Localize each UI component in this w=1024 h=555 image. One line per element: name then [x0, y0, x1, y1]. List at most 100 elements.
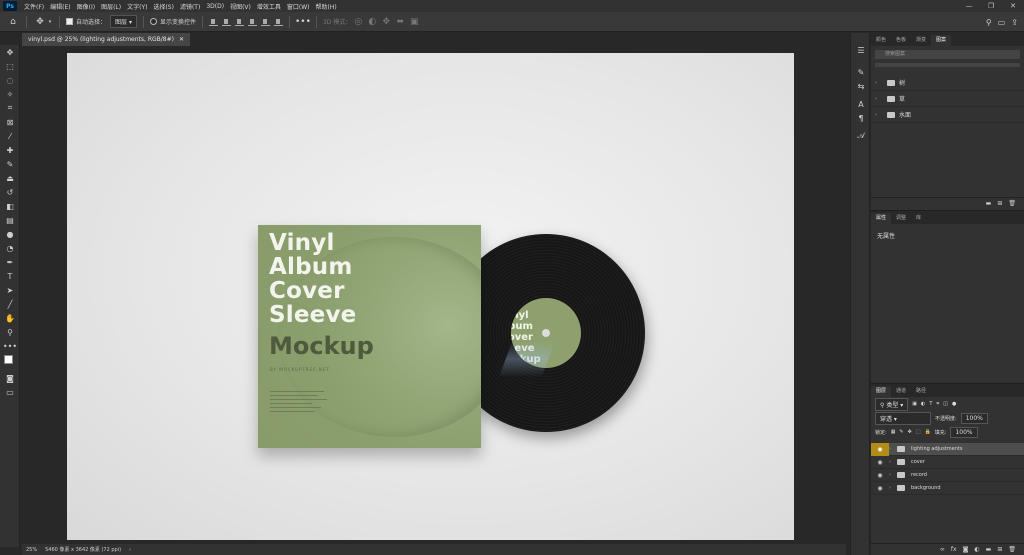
layer-filter-dropdown[interactable]: ⚲ 类型 ▾ [875, 397, 909, 411]
marquee-tool-icon[interactable]: ⬚ [0, 59, 20, 73]
filter-smart-icon[interactable]: ◫ [943, 401, 948, 407]
pen-tool-icon[interactable]: ✒ [0, 255, 20, 269]
layer-style-icon[interactable]: fx [951, 546, 957, 553]
new-group-icon[interactable]: ▬ [986, 546, 992, 553]
brush-tool-icon[interactable]: ✎ [0, 157, 20, 171]
close-tab-icon[interactable]: ✕ [179, 33, 184, 46]
3d-slide-icon[interactable]: ⬌ [393, 15, 407, 29]
visibility-eye-icon[interactable]: ◉ [871, 469, 889, 482]
pattern-group[interactable]: › 草 [871, 91, 1024, 107]
chevron-right-icon[interactable]: › [129, 547, 131, 553]
menu-type[interactable]: 文字(Y) [124, 2, 150, 11]
size-slider[interactable] [875, 63, 1020, 67]
layer-row[interactable]: ◉ › cover [871, 456, 1024, 469]
chevron-down-icon[interactable]: ▾ [47, 15, 53, 29]
home-icon[interactable]: ⌂ [6, 15, 20, 29]
frame-tool-icon[interactable]: ⊠ [0, 115, 20, 129]
menu-file[interactable]: 文件(F) [21, 2, 47, 11]
menu-edit[interactable]: 编辑(E) [47, 2, 73, 11]
document-tab[interactable]: vinyl.psd @ 25% (lighting adjustments, R… [22, 33, 191, 46]
align-bottom-icon[interactable] [234, 18, 244, 26]
stamp-tool-icon[interactable]: ⏏ [0, 171, 20, 185]
chevron-right-icon[interactable]: › [889, 446, 897, 452]
chevron-right-icon[interactable]: › [889, 459, 897, 465]
history-panel-icon[interactable]: ☰ [851, 43, 871, 57]
filter-type-icon[interactable]: T [929, 401, 932, 407]
menu-filter[interactable]: 滤镜(T) [177, 2, 203, 11]
visibility-eye-icon[interactable]: ◉ [871, 442, 889, 456]
canvas-workspace[interactable]: Vinyl Album Cover Sleeve Mockup Vinyl Al… [22, 46, 846, 544]
foreground-color-swatch[interactable] [4, 355, 13, 364]
paragraph-panel-icon[interactable]: ¶ [851, 111, 871, 125]
zoom-level[interactable]: 25% [26, 547, 37, 553]
healing-tool-icon[interactable]: ✚ [0, 143, 20, 157]
new-adjustment-icon[interactable]: ◐ [974, 546, 979, 553]
blend-mode-dropdown[interactable]: 穿透 ▾ [875, 411, 931, 425]
line-tool-icon[interactable]: ╱ [0, 297, 20, 311]
dodge-tool-icon[interactable]: ◔ [0, 241, 20, 255]
lasso-tool-icon[interactable]: ◌ [0, 73, 20, 87]
layer-row[interactable]: ◉ › background [871, 482, 1024, 495]
menu-window[interactable]: 窗口(W) [284, 2, 313, 11]
type-tool-icon[interactable]: T [0, 269, 20, 283]
align-right-icon[interactable] [273, 18, 283, 26]
color-swatches[interactable] [0, 353, 20, 371]
layer-row[interactable]: ◉ › record [871, 469, 1024, 482]
menu-layer[interactable]: 图层(L) [98, 2, 124, 11]
close-icon[interactable]: ✕ [1002, 0, 1024, 12]
3d-orbit-icon[interactable]: ◎ [351, 15, 365, 29]
chevron-right-icon[interactable]: › [875, 80, 883, 86]
link-layers-icon[interactable]: ∞ [940, 546, 945, 553]
menu-view[interactable]: 视图(V) [227, 2, 254, 11]
tab-patterns[interactable]: 图案 [931, 35, 952, 46]
auto-select-target-dropdown[interactable]: 图层 ▾ [110, 15, 137, 28]
lock-transparent-icon[interactable]: ▦ [891, 429, 896, 435]
tab-libraries[interactable]: 库 [911, 213, 926, 224]
gradient-tool-icon[interactable]: ▤ [0, 213, 20, 227]
delete-layer-icon[interactable]: 🗑 [1008, 546, 1016, 553]
glyphs-panel-icon[interactable]: 𝒜 [851, 129, 871, 143]
restore-icon[interactable]: ❐ [980, 0, 1002, 12]
new-group-icon[interactable]: ▬ [986, 200, 992, 207]
opacity-input[interactable]: 100% [960, 412, 988, 424]
search-icon[interactable]: ⚲ [986, 18, 992, 27]
magic-wand-tool-icon[interactable]: ✧ [0, 87, 20, 101]
tab-gradients[interactable]: 渐变 [911, 35, 931, 46]
menu-select[interactable]: 选择(S) [150, 2, 177, 11]
filter-shape-icon[interactable]: ⌗ [936, 401, 939, 407]
quick-mask-icon[interactable]: ◙ [0, 371, 20, 385]
align-left-icon[interactable] [247, 18, 257, 26]
brush-settings-icon[interactable]: ✎ [851, 65, 871, 79]
workspace-icon[interactable]: ▭ [998, 18, 1006, 27]
lock-position-icon[interactable]: ✥ [908, 429, 912, 435]
share-icon[interactable]: ⇪ [1011, 18, 1018, 27]
fill-input[interactable]: 100% [950, 426, 978, 438]
show-transform-checkbox[interactable] [149, 18, 157, 25]
align-hcenter-icon[interactable] [260, 18, 270, 26]
filter-pixel-icon[interactable]: ▣ [912, 401, 917, 407]
menu-plugins[interactable]: 增效工具 [254, 2, 284, 11]
menu-3d[interactable]: 3D(D) [203, 3, 227, 10]
character-panel-icon[interactable]: A [851, 97, 871, 111]
3d-scale-icon[interactable]: ▣ [407, 15, 421, 29]
tab-properties[interactable]: 属性 [871, 213, 892, 224]
tab-adjustments[interactable]: 调整 [891, 213, 911, 224]
screen-mode-icon[interactable]: ▭ [0, 385, 20, 399]
chevron-right-icon[interactable]: › [875, 96, 883, 102]
move-tool-icon[interactable]: ✥ [0, 45, 20, 59]
lock-image-icon[interactable]: ✎ [899, 429, 903, 435]
path-select-tool-icon[interactable]: ➤ [0, 283, 20, 297]
auto-select-checkbox[interactable] [66, 18, 73, 25]
visibility-eye-icon[interactable]: ◉ [871, 482, 889, 495]
align-top-icon[interactable] [208, 18, 218, 26]
tab-paths[interactable]: 路径 [911, 386, 931, 397]
tab-color[interactable]: 颜色 [871, 35, 891, 46]
delete-icon[interactable]: 🗑 [1008, 200, 1016, 207]
pattern-search-input[interactable]: 搜索图案 [875, 50, 1020, 59]
tab-channels[interactable]: 通道 [891, 386, 911, 397]
edit-toolbar-icon[interactable]: ••• [0, 339, 20, 353]
layer-row[interactable]: ◉ › lighting adjustments [871, 442, 1024, 456]
new-layer-icon[interactable]: ⊞ [997, 546, 1002, 553]
minimize-icon[interactable]: — [958, 0, 980, 12]
3d-roll-icon[interactable]: ◐ [365, 15, 379, 29]
